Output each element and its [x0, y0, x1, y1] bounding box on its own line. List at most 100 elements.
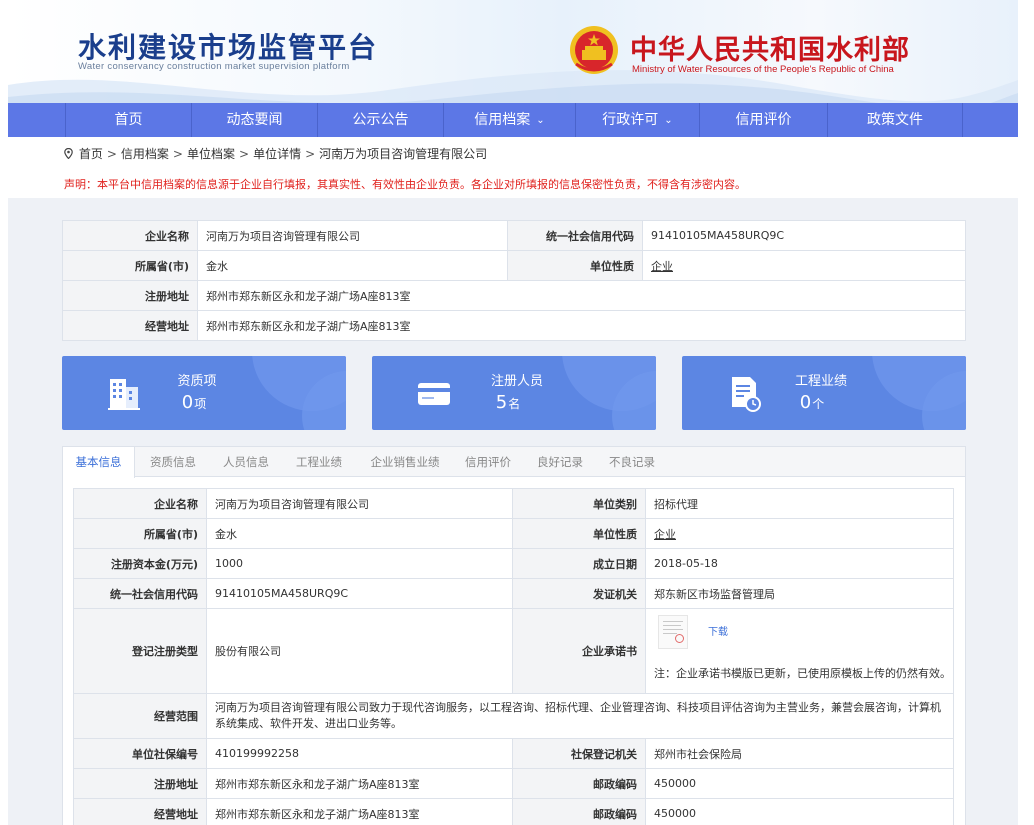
field-label: 单位类别 — [512, 488, 646, 519]
breadcrumb-credit-archive[interactable]: 信用档案 — [121, 147, 169, 161]
tab-bad-records[interactable]: 不良记录 — [599, 447, 665, 477]
reg-type-value: 股份有限公司 — [206, 608, 513, 694]
unit-category-value: 招标代理 — [645, 488, 954, 519]
thumb-line — [663, 621, 683, 622]
summary-credit-code: 91410105MA458URQ9C — [642, 220, 966, 251]
social-no-value: 410199992258 — [206, 738, 513, 769]
company-summary-table: 企业名称 河南万为项目咨询管理有限公司 统一社会信用代码 91410105MA4… — [62, 220, 966, 341]
unit-nature-link[interactable]: 企业 — [654, 528, 676, 541]
registered-staff-card[interactable]: 注册人员 5名 — [372, 356, 656, 430]
company-name-value: 河南万为项目咨询管理有限公司 — [206, 488, 513, 519]
breadcrumb-separator: > — [305, 147, 316, 161]
field-label: 注册地址 — [73, 768, 207, 799]
table-row: 注册地址 郑州市郑东新区永和龙子湖广场A座813室 邮政编码 450000 — [73, 768, 954, 799]
nav-announcements[interactable]: 公示公告 — [317, 103, 443, 137]
summary-reg-address: 郑州市郑东新区永和龙子湖广场A座813室 — [197, 280, 966, 311]
table-row: 经营范围 河南万为项目咨询管理有限公司致力于现代咨询服务，以工程咨询、招标代理、… — [73, 693, 954, 739]
table-row: 所属省(市) 金水 单位性质 企业 — [73, 518, 954, 549]
commitment-wrap: 下载 注：企业承诺书模版已更新，已使用原模板上传的仍然有效。 — [654, 609, 951, 693]
field-label: 统一社会信用代码 — [73, 578, 207, 609]
field-label: 经营范围 — [73, 693, 207, 739]
table-row: 企业名称 河南万为项目咨询管理有限公司 单位类别 招标代理 — [73, 488, 954, 519]
tab-qualification[interactable]: 资质信息 — [139, 447, 207, 477]
field-label: 发证机关 — [512, 578, 646, 609]
summary-company-name: 河南万为项目咨询管理有限公司 — [197, 220, 508, 251]
table-row: 注册地址 郑州市郑东新区永和龙子湖广场A座813室 — [62, 280, 966, 311]
national-emblem-icon — [570, 26, 618, 74]
social-org-value: 郑州市社会保险局 — [645, 738, 954, 769]
table-row: 所属省(市) 金水 单位性质 企业 — [62, 250, 966, 281]
tab-good-records[interactable]: 良好记录 — [527, 447, 593, 477]
qualification-card[interactable]: 资质项 0项 — [62, 356, 346, 430]
field-label: 企业承诺书 — [512, 608, 646, 694]
summary-label: 统一社会信用代码 — [507, 220, 643, 251]
summary-biz-address: 郑州市郑东新区永和龙子湖广场A座813室 — [197, 310, 966, 341]
field-label: 企业名称 — [73, 488, 207, 519]
ministry-name: 中华人民共和国水利部 — [630, 35, 910, 66]
tab-sales-performance[interactable]: 企业销售业绩 — [361, 447, 449, 477]
breadcrumb: 首页 > 信用档案 > 单位档案 > 单位详情 > 河南万为项目咨询管理有限公司 — [64, 145, 487, 162]
ministry-name-en: Ministry of Water Resources of the Peopl… — [632, 64, 894, 75]
breadcrumb-separator: > — [239, 147, 250, 161]
table-row: 登记注册类型 股份有限公司 企业承诺书 下载 注：企业承诺书模版已更新，已使用原… — [73, 608, 954, 694]
tab-personnel[interactable]: 人员信息 — [213, 447, 279, 477]
summary-label: 所属省(市) — [62, 250, 198, 281]
table-row: 单位社保编号 410199992258 社保登记机关 郑州市社会保险局 — [73, 738, 954, 769]
unit-nature-value: 企业 — [645, 518, 954, 549]
breadcrumb-unit-detail[interactable]: 单位详情 — [253, 147, 301, 161]
tab-credit-evaluation[interactable]: 信用评价 — [455, 447, 521, 477]
table-row: 注册资本金(万元) 1000 成立日期 2018-05-18 — [73, 548, 954, 579]
reg-address-value: 郑州市郑东新区永和龙子湖广场A座813室 — [206, 768, 513, 799]
credit-code-value: 91410105MA458URQ9C — [206, 578, 513, 609]
field-label: 登记注册类型 — [73, 608, 207, 694]
nav-policy-docs[interactable]: 政策文件 — [827, 103, 962, 137]
project-performance-card[interactable]: 工程业绩 0个 — [682, 356, 966, 430]
nav-news[interactable]: 动态要闻 — [191, 103, 317, 137]
chevron-down-icon: ⌄ — [536, 115, 545, 126]
card-value: 0个 — [799, 392, 825, 413]
field-label: 邮政编码 — [512, 768, 646, 799]
card-value: 0项 — [181, 392, 207, 413]
site-header: 水利建设市场监管平台 Water conservancy constructio… — [8, 0, 1018, 104]
field-label: 邮政编码 — [512, 798, 646, 825]
field-label: 注册资本金(万元) — [73, 548, 207, 579]
business-scope-value: 河南万为项目咨询管理有限公司致力于现代咨询服务，以工程咨询、招标代理、企业管理咨… — [206, 693, 954, 739]
summary-province: 金水 — [197, 250, 508, 281]
location-pin-icon — [64, 148, 73, 159]
capital-value: 1000 — [206, 548, 513, 579]
nav-credit-evaluation[interactable]: 信用评价 — [699, 103, 827, 137]
thumb-line — [663, 625, 681, 626]
nav-credit-archive[interactable]: 信用档案 ⌄ — [443, 103, 575, 137]
tab-basic-info[interactable]: 基本信息 — [63, 447, 135, 478]
table-row: 经营地址 郑州市郑东新区永和龙子湖广场A座813室 — [62, 310, 966, 341]
stamp-icon — [675, 634, 684, 643]
tab-projects[interactable]: 工程业绩 — [285, 447, 353, 477]
unit-nature-link[interactable]: 企业 — [651, 260, 673, 273]
card-label: 注册人员 — [490, 374, 543, 389]
breadcrumb-separator: > — [172, 147, 183, 161]
province-value: 金水 — [206, 518, 513, 549]
table-row: 经营地址 郑州市郑东新区永和龙子湖广场A座813室 邮政编码 450000 — [73, 798, 954, 825]
field-label: 单位性质 — [512, 518, 646, 549]
breadcrumb-separator: > — [106, 147, 117, 161]
tab-bar: 基本信息 资质信息 人员信息 工程业绩 企业销售业绩 信用评价 良好记录 不良记… — [63, 447, 965, 478]
commitment-thumbnail[interactable] — [658, 615, 688, 649]
nav-home[interactable]: 首页 — [65, 103, 191, 137]
main-nav: 首页 动态要闻 公示公告 信用档案 ⌄ 行政许可 ⌄ 信用评价 政策文件 — [8, 103, 1018, 137]
download-link[interactable]: 下载 — [708, 623, 728, 638]
field-label: 所属省(市) — [73, 518, 207, 549]
card-label: 资质项 — [177, 374, 217, 389]
founded-value: 2018-05-18 — [645, 548, 954, 579]
thumb-line — [663, 633, 677, 634]
nav-admin-license[interactable]: 行政许可 ⌄ — [575, 103, 699, 137]
disclaimer-notice: 声明：本平台中信用档案的信息源于企业自行填报，其真实性、有效性由企业负责。各企业… — [64, 178, 746, 191]
summary-unit-nature: 企业 — [642, 250, 966, 281]
summary-label: 经营地址 — [62, 310, 198, 341]
field-label: 经营地址 — [73, 798, 207, 825]
breadcrumb-unit-archive[interactable]: 单位档案 — [187, 147, 235, 161]
chevron-down-icon: ⌄ — [664, 115, 673, 126]
table-row: 统一社会信用代码 91410105MA458URQ9C 发证机关 郑东新区市场监… — [73, 578, 954, 609]
site-subtitle: Water conservancy construction market su… — [78, 61, 350, 72]
breadcrumb-home[interactable]: 首页 — [79, 147, 103, 161]
field-label: 社保登记机关 — [512, 738, 646, 769]
